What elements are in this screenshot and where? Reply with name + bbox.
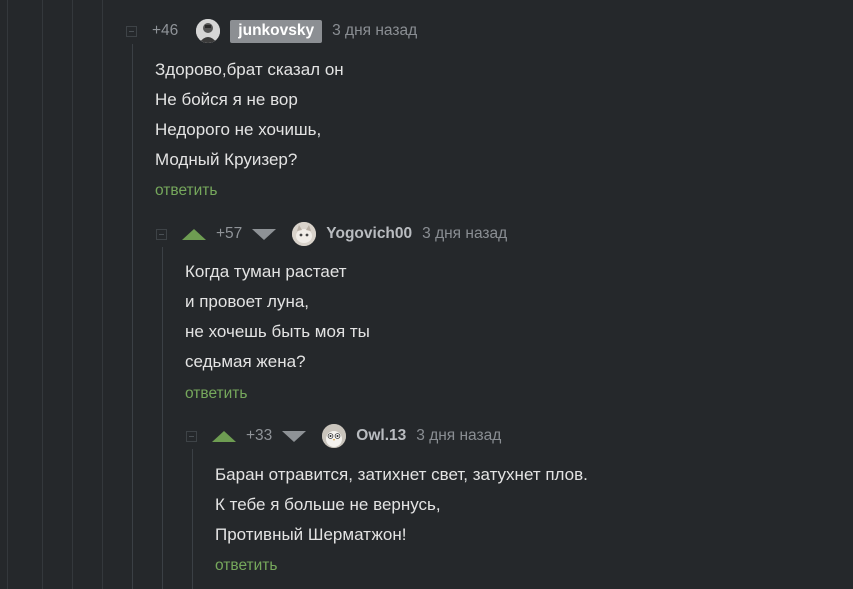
author-nickname[interactable]: Yogovich00 [326,225,412,243]
reply-link[interactable]: ответить [155,182,217,200]
comment-line: Когда туман растает [185,262,347,281]
comment-header: +33 Owl.13 3 дня назад [186,422,501,450]
avatar[interactable] [196,19,221,43]
comment-line: седьмая жена? [185,352,306,371]
comment-body: Здорово,брат сказал он Не бойся я не вор… [155,55,344,175]
comment-rating: +46 [152,22,179,39]
downvote-icon[interactable] [282,430,307,442]
thread-line[interactable] [192,449,193,589]
thread-line[interactable] [162,247,163,589]
owl-icon [322,424,347,448]
upvote-icon[interactable] [182,228,206,240]
collapse-toggle[interactable] [186,430,197,442]
comment-line: Модный Круизер? [155,150,298,169]
comment-line: Баран отравится, затихнет свет, затухнет… [215,465,588,484]
indent-guide [42,0,43,589]
author-nickname[interactable]: junkovsky [230,19,323,43]
upvote-icon[interactable] [212,430,236,442]
comment-line: Здорово,брат сказал он [155,60,344,79]
thread-line[interactable] [132,44,133,589]
comment-line: Недорого не хочишь, [155,120,322,139]
reply-link[interactable]: ответить [215,557,277,575]
downvote-icon[interactable] [252,228,277,240]
comment-line: Противный Шерматжон! [215,525,407,544]
indent-guide [7,0,8,589]
collapse-toggle[interactable] [156,228,167,240]
avatar[interactable] [292,222,317,246]
comment-body: Баран отравится, затихнет свет, затухнет… [215,460,588,550]
comment-line: Не бойся я не вор [155,90,298,109]
author-nickname[interactable]: Owl.13 [356,427,406,445]
comment-time[interactable]: 3 дня назад [416,427,501,445]
comment-time[interactable]: 3 дня назад [332,22,417,40]
avatar[interactable] [322,424,347,448]
comment-rating: +57 [216,225,243,242]
comment-header: +57 Yogovich00 3 дня назад [156,220,507,248]
indent-guide [102,0,103,589]
comment-line: и провоет луна, [185,292,310,311]
collapse-toggle[interactable] [126,25,137,37]
cat-portrait-icon [292,222,317,246]
indent-guide [72,0,73,589]
comment-line: не хочешь быть моя ты [185,322,370,341]
man-portrait-icon [196,19,221,43]
comment-rating: +33 [246,427,273,444]
comment-time[interactable]: 3 дня назад [422,225,507,243]
comment-body: Когда туман растает и провоет луна, не х… [185,257,370,377]
comment-line: К тебе я больше не вернусь, [215,495,441,514]
comment-header: +46 junkovsky 3 дня назад [126,17,417,45]
reply-link[interactable]: ответить [185,385,247,403]
